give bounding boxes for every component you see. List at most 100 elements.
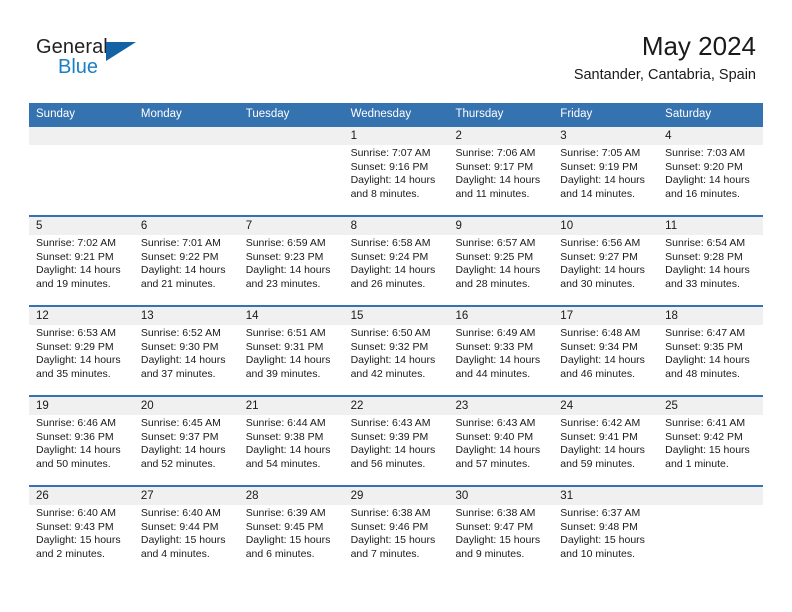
day-cell[interactable]: Sunrise: 6:37 AM Sunset: 9:48 PM Dayligh…	[553, 505, 658, 575]
triangle-icon	[106, 42, 136, 61]
day-cell[interactable]: Sunrise: 6:40 AM Sunset: 9:43 PM Dayligh…	[29, 505, 134, 575]
day-cell[interactable]: Sunrise: 7:05 AM Sunset: 9:19 PM Dayligh…	[553, 145, 658, 215]
day-number[interactable]: 11	[658, 217, 763, 235]
week-daynumber-band: 5 6 7 8 9 10 11	[29, 217, 763, 235]
day-cell[interactable]: Sunrise: 6:43 AM Sunset: 9:39 PM Dayligh…	[344, 415, 449, 485]
day-number[interactable]: 30	[448, 487, 553, 505]
day-cell[interactable]: Sunrise: 6:53 AM Sunset: 9:29 PM Dayligh…	[29, 325, 134, 395]
week-content-row: Sunrise: 6:46 AM Sunset: 9:36 PM Dayligh…	[29, 415, 763, 485]
day-number[interactable]	[29, 127, 134, 145]
sunset-text: Sunset: 9:39 PM	[350, 430, 429, 443]
calendar-page: General Blue May 2024 Santander, Cantabr…	[0, 0, 792, 612]
day-number[interactable]: 16	[448, 307, 553, 325]
day-number[interactable]: 21	[239, 397, 344, 415]
day-cell[interactable]	[658, 505, 763, 575]
generalblue-logo[interactable]: General Blue	[36, 36, 146, 82]
day-number[interactable]: 14	[239, 307, 344, 325]
weekday-header-thursday: Thursday	[455, 108, 504, 120]
day-cell[interactable]: Sunrise: 6:47 AM Sunset: 9:35 PM Dayligh…	[658, 325, 763, 395]
day-number[interactable]	[134, 127, 239, 145]
day-cell[interactable]: Sunrise: 7:03 AM Sunset: 9:20 PM Dayligh…	[658, 145, 763, 215]
day-cell[interactable]: Sunrise: 6:49 AM Sunset: 9:33 PM Dayligh…	[448, 325, 553, 395]
day-number[interactable]: 27	[134, 487, 239, 505]
day-cell[interactable]: Sunrise: 7:06 AM Sunset: 9:17 PM Dayligh…	[448, 145, 553, 215]
sunrise-text: Sunrise: 7:07 AM	[350, 147, 431, 159]
sunrise-text: Sunrise: 7:03 AM	[665, 147, 746, 159]
day-cell[interactable]: Sunrise: 6:46 AM Sunset: 9:36 PM Dayligh…	[29, 415, 134, 485]
day-cell[interactable]	[239, 145, 344, 215]
weekday-header-monday: Monday	[140, 108, 182, 120]
week-content-row: Sunrise: 7:07 AM Sunset: 9:16 PM Dayligh…	[29, 145, 763, 215]
sunrise-text: Sunrise: 6:41 AM	[665, 417, 746, 429]
day-cell[interactable]: Sunrise: 7:01 AM Sunset: 9:22 PM Dayligh…	[134, 235, 239, 305]
day-number[interactable]: 29	[344, 487, 449, 505]
daylight-text-line1: Daylight: 14 hours	[350, 264, 436, 277]
day-number[interactable]: 28	[239, 487, 344, 505]
day-cell[interactable]	[134, 145, 239, 215]
day-number[interactable]: 8	[344, 217, 449, 235]
daylight-text-line1: Daylight: 14 hours	[245, 354, 331, 367]
day-number[interactable]: 26	[29, 487, 134, 505]
day-cell[interactable]: Sunrise: 6:48 AM Sunset: 9:34 PM Dayligh…	[553, 325, 658, 395]
daylight-text-line2: and 30 minutes.	[560, 277, 636, 290]
day-number[interactable]	[658, 487, 763, 505]
daylight-text-line1: Daylight: 15 hours	[245, 534, 331, 547]
day-number[interactable]: 18	[658, 307, 763, 325]
day-number[interactable]: 9	[448, 217, 553, 235]
title-block: May 2024 Santander, Cantabria, Spain	[574, 30, 756, 85]
day-cell[interactable]: Sunrise: 6:40 AM Sunset: 9:44 PM Dayligh…	[134, 505, 239, 575]
day-number[interactable]: 22	[344, 397, 449, 415]
day-cell[interactable]: Sunrise: 6:57 AM Sunset: 9:25 PM Dayligh…	[448, 235, 553, 305]
sunset-text: Sunset: 9:36 PM	[36, 430, 114, 443]
day-number[interactable]: 1	[344, 127, 449, 145]
day-number[interactable]: 31	[553, 487, 658, 505]
daylight-text-line1: Daylight: 14 hours	[455, 264, 541, 277]
sunrise-text: Sunrise: 6:58 AM	[350, 237, 431, 249]
day-number[interactable]: 15	[344, 307, 449, 325]
daylight-text-line1: Daylight: 14 hours	[560, 264, 645, 277]
day-number[interactable]: 3	[553, 127, 658, 145]
day-cell[interactable]: Sunrise: 6:44 AM Sunset: 9:38 PM Dayligh…	[239, 415, 344, 485]
day-cell[interactable]: Sunrise: 6:41 AM Sunset: 9:42 PM Dayligh…	[658, 415, 763, 485]
daylight-text-line2: and 57 minutes.	[455, 457, 531, 470]
day-number[interactable]: 2	[448, 127, 553, 145]
daylight-text-line2: and 52 minutes.	[140, 457, 216, 470]
day-cell[interactable]: Sunrise: 6:39 AM Sunset: 9:45 PM Dayligh…	[239, 505, 344, 575]
day-cell[interactable]: Sunrise: 6:42 AM Sunset: 9:41 PM Dayligh…	[553, 415, 658, 485]
day-cell[interactable]: Sunrise: 6:56 AM Sunset: 9:27 PM Dayligh…	[553, 235, 658, 305]
daylight-text-line1: Daylight: 14 hours	[455, 354, 541, 367]
day-cell[interactable]: Sunrise: 6:51 AM Sunset: 9:31 PM Dayligh…	[239, 325, 344, 395]
day-cell[interactable]: Sunrise: 6:58 AM Sunset: 9:24 PM Dayligh…	[344, 235, 449, 305]
day-cell[interactable]: Sunrise: 7:07 AM Sunset: 9:16 PM Dayligh…	[344, 145, 449, 215]
day-number[interactable]: 20	[134, 397, 239, 415]
day-cell[interactable]: Sunrise: 6:59 AM Sunset: 9:23 PM Dayligh…	[239, 235, 344, 305]
day-cell[interactable]: Sunrise: 6:38 AM Sunset: 9:46 PM Dayligh…	[344, 505, 449, 575]
day-number[interactable]: 6	[134, 217, 239, 235]
day-number[interactable]: 4	[658, 127, 763, 145]
day-number[interactable]: 25	[658, 397, 763, 415]
day-cell[interactable]: Sunrise: 6:52 AM Sunset: 9:30 PM Dayligh…	[134, 325, 239, 395]
daylight-text-line2: and 4 minutes.	[140, 547, 210, 560]
sunset-text: Sunset: 9:29 PM	[36, 340, 114, 353]
day-cell[interactable]: Sunrise: 6:38 AM Sunset: 9:47 PM Dayligh…	[448, 505, 553, 575]
day-cell[interactable]: Sunrise: 6:54 AM Sunset: 9:28 PM Dayligh…	[658, 235, 763, 305]
day-number[interactable]: 12	[29, 307, 134, 325]
day-number[interactable]: 24	[553, 397, 658, 415]
day-number[interactable]: 23	[448, 397, 553, 415]
day-number[interactable]: 17	[553, 307, 658, 325]
sunrise-text: Sunrise: 6:43 AM	[350, 417, 431, 429]
day-cell[interactable]: Sunrise: 7:02 AM Sunset: 9:21 PM Dayligh…	[29, 235, 134, 305]
day-number[interactable]: 5	[29, 217, 134, 235]
sunset-text: Sunset: 9:35 PM	[665, 340, 743, 353]
day-cell[interactable]: Sunrise: 6:45 AM Sunset: 9:37 PM Dayligh…	[134, 415, 239, 485]
day-number[interactable]: 13	[134, 307, 239, 325]
day-number[interactable]: 10	[553, 217, 658, 235]
daylight-text-line1: Daylight: 14 hours	[245, 264, 331, 277]
day-cell[interactable]: Sunrise: 6:43 AM Sunset: 9:40 PM Dayligh…	[448, 415, 553, 485]
day-cell[interactable]	[29, 145, 134, 215]
day-number[interactable]: 19	[29, 397, 134, 415]
day-number[interactable]	[239, 127, 344, 145]
day-cell[interactable]: Sunrise: 6:50 AM Sunset: 9:32 PM Dayligh…	[344, 325, 449, 395]
week-row: 5 6 7 8 9 10 11 Sunrise: 7:02 AM Sunset:…	[29, 215, 763, 305]
day-number[interactable]: 7	[239, 217, 344, 235]
